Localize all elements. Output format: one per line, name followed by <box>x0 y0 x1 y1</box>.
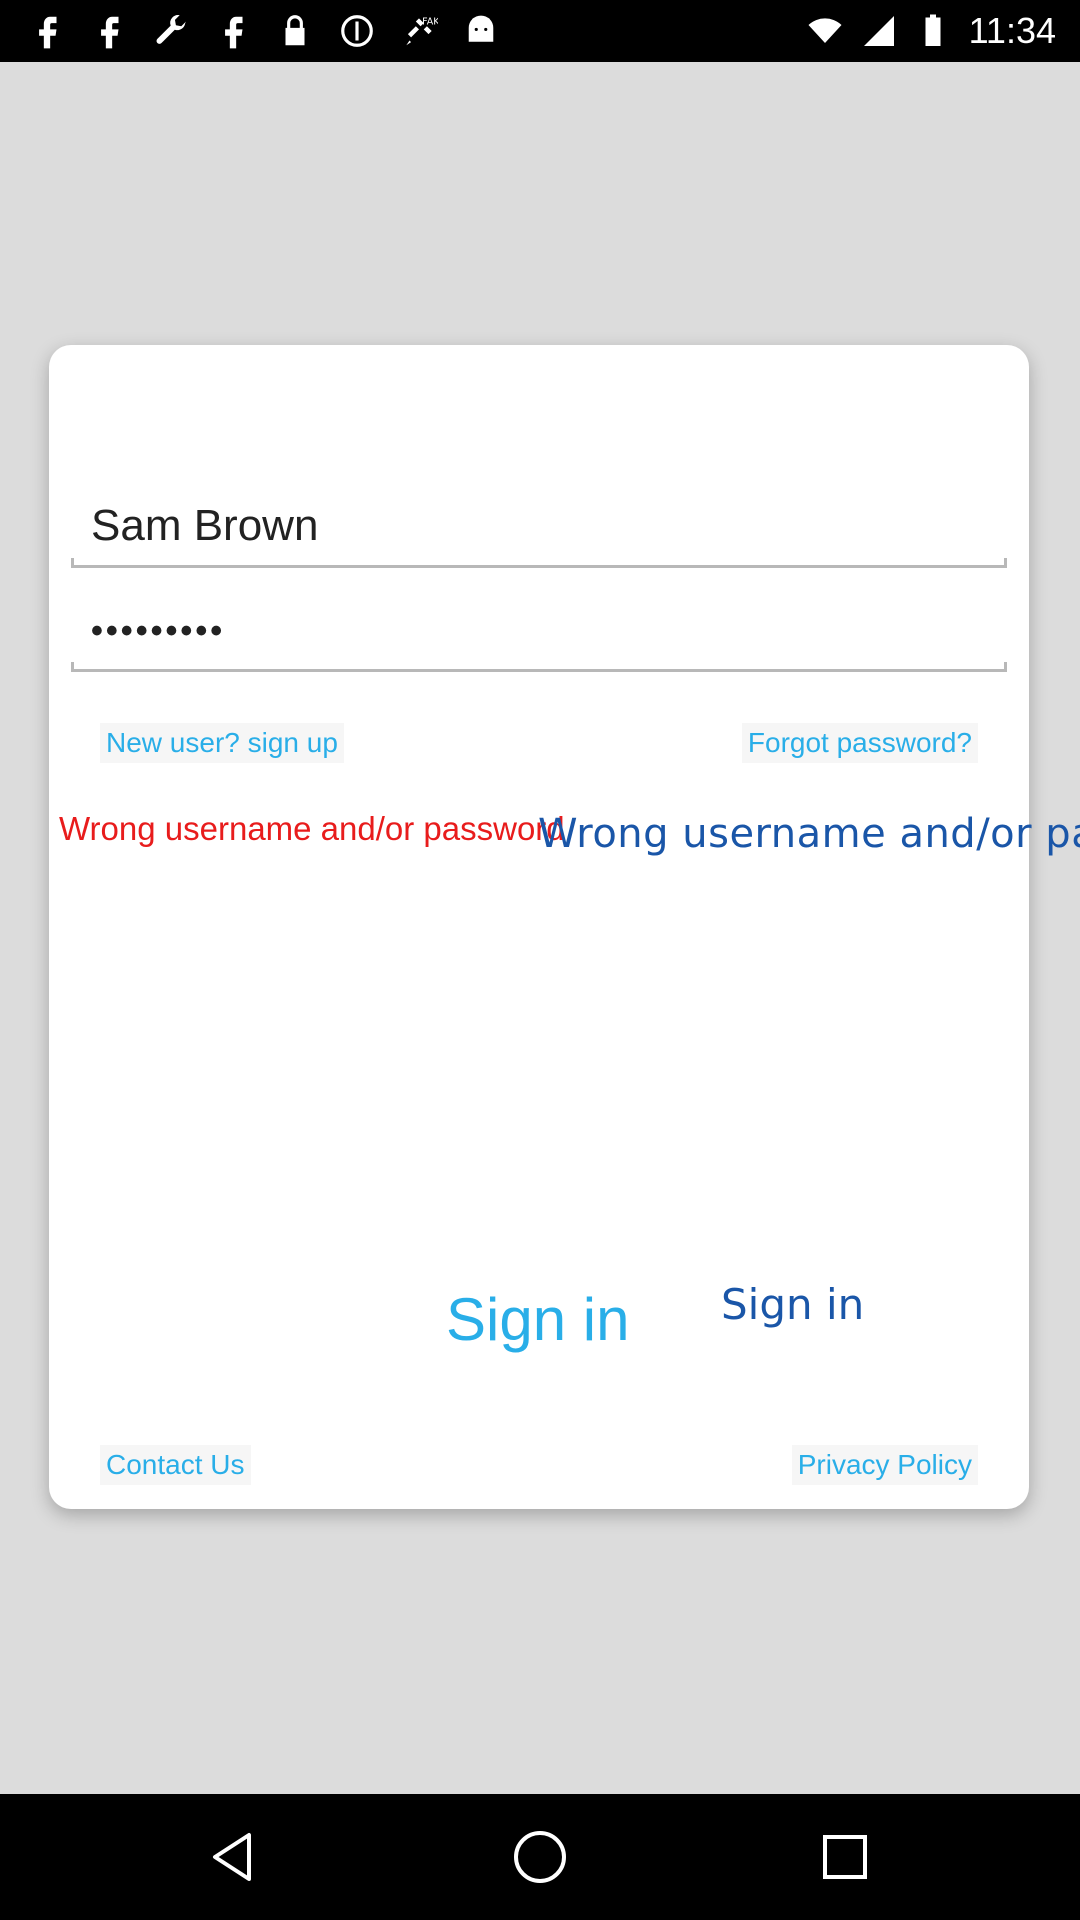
home-icon[interactable] <box>510 1827 570 1887</box>
username-value: Sam Brown <box>91 501 319 550</box>
android-icon <box>462 12 500 50</box>
recents-icon[interactable] <box>815 1827 875 1887</box>
wrench-icon <box>152 12 190 50</box>
svg-text:FAKE: FAKE <box>422 17 438 28</box>
password-value: ••••••••• <box>91 612 226 650</box>
forgot-password-link[interactable]: Forgot password? <box>741 723 978 763</box>
notification-icons: FAKE <box>28 12 500 50</box>
privacy-policy-link[interactable]: Privacy Policy <box>791 1445 978 1485</box>
wifi-icon <box>807 13 843 49</box>
error-message-overlay: Wrong username and/or pas <box>538 811 1080 857</box>
login-card: Sam Brown ••••••••• New user? sign up Fo… <box>49 345 1080 1509</box>
status-bar: FAKE 11:34 <box>0 0 1080 62</box>
signup-link[interactable]: New user? sign up <box>100 723 344 763</box>
clock: 11:34 <box>968 10 1056 51</box>
sign-in-button[interactable]: Sign in <box>446 1285 629 1354</box>
sign-in-button-overlay[interactable]: Sign in <box>721 1280 864 1329</box>
system-status: 11:34 <box>807 0 1056 62</box>
info-icon <box>338 12 376 50</box>
error-message: Wrong username and/or password <box>59 810 565 847</box>
back-icon[interactable] <box>205 1827 265 1887</box>
signal-icon <box>861 13 897 49</box>
facebook-icon <box>214 12 252 50</box>
facebook-icon <box>90 12 128 50</box>
fake-gps-icon: FAKE <box>400 12 438 50</box>
facebook-icon <box>28 12 66 50</box>
navigation-bar <box>0 1794 1080 1920</box>
battery-icon <box>915 13 951 49</box>
contact-us-link[interactable]: Contact Us <box>100 1445 251 1485</box>
password-field[interactable]: ••••••••• <box>71 593 1007 672</box>
lock-icon <box>276 12 314 50</box>
username-field[interactable]: Sam Brown <box>71 485 1007 568</box>
